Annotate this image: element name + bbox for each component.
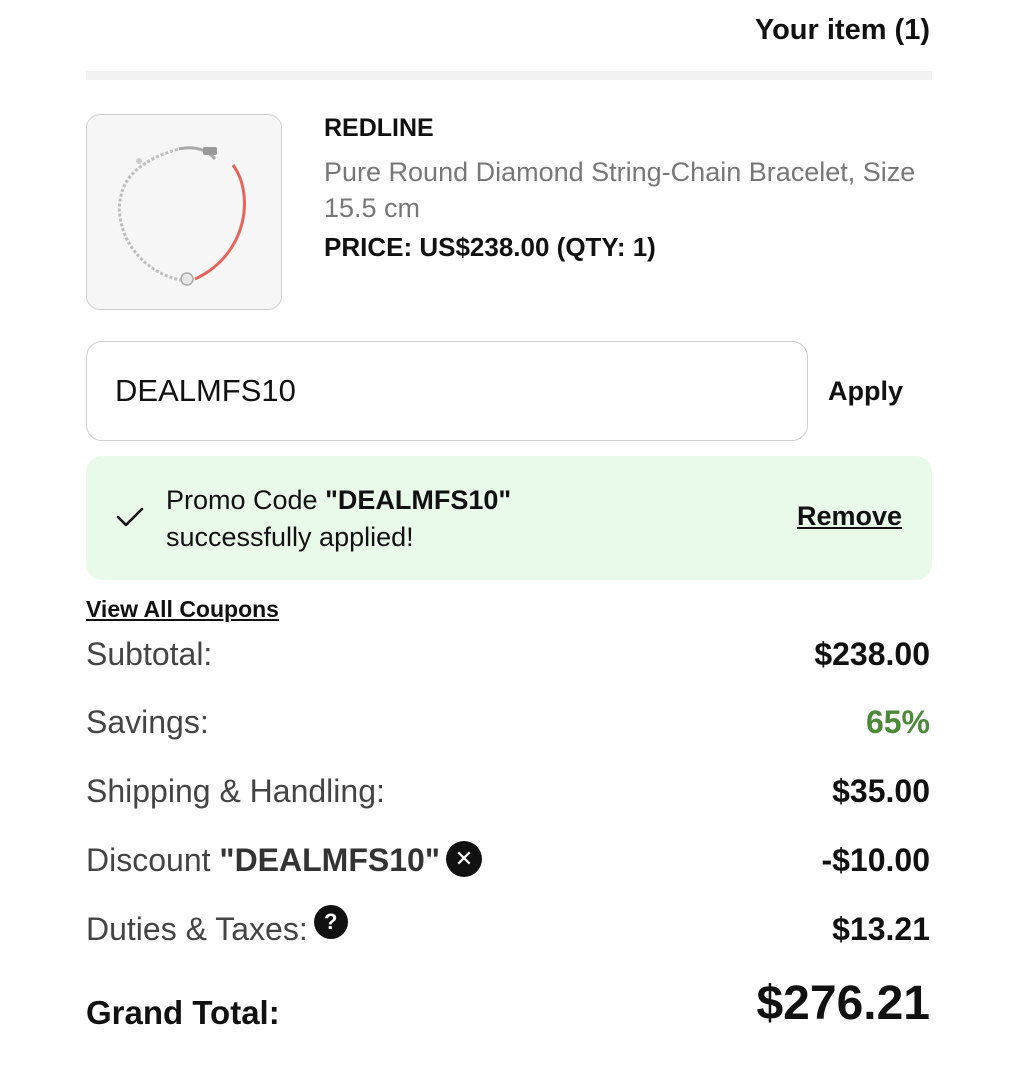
grand-total-label: Grand Total: (86, 994, 280, 1031)
help-icon[interactable]: ? (313, 905, 348, 939)
apply-button[interactable]: Apply (828, 376, 903, 407)
discount-label: Discount (86, 842, 220, 878)
promo-success-code: "DEALMFS10" (325, 485, 512, 515)
promo-success-suffix: successfully applied! (166, 522, 414, 552)
remove-promo-link[interactable]: Remove (797, 501, 902, 532)
product-brand: REDLINE (324, 114, 434, 142)
taxes-row-label: Duties & Taxes:? (86, 905, 348, 948)
discount-value: -$10.00 (821, 842, 930, 878)
promo-success-prefix: Promo Code (166, 485, 326, 515)
discount-row-label: Discount "DEALMFS10" ✕ (86, 840, 482, 881)
savings-value: 65% (865, 704, 930, 740)
product-thumbnail[interactable] (86, 114, 282, 310)
cart-header-title: Your item (1) (754, 14, 930, 46)
order-summary-panel: Your item (1) REDLINE Pure Round Diamond… (0, 0, 1016, 1066)
savings-label: Savings: (86, 704, 209, 740)
view-all-coupons-link[interactable]: View All Coupons (86, 596, 279, 623)
subtotal-label: Subtotal: (86, 636, 213, 672)
promo-success-banner: Promo Code "DEALMFS10" successfully appl… (86, 456, 932, 580)
taxes-value: $13.21 (832, 911, 930, 947)
discount-code: "DEALMFS10" (219, 842, 440, 878)
close-icon[interactable]: ✕ (445, 840, 482, 877)
product-name[interactable]: Pure Round Diamond String-Chain Bracelet… (324, 154, 924, 226)
check-icon (116, 507, 144, 527)
product-price: PRICE: US$238.00 (QTY: 1) (324, 232, 656, 262)
grand-total-value: $276.21 (756, 977, 930, 1030)
bracelet-image (117, 146, 246, 286)
header-divider (86, 71, 932, 80)
taxes-label: Duties & Taxes: (86, 911, 308, 947)
subtotal-value: $238.00 (814, 636, 930, 672)
promo-code-input[interactable] (86, 341, 808, 441)
promo-success-message: Promo Code "DEALMFS10" successfully appl… (166, 482, 726, 556)
shipping-value: $35.00 (832, 773, 930, 809)
shipping-label: Shipping & Handling: (86, 773, 385, 809)
